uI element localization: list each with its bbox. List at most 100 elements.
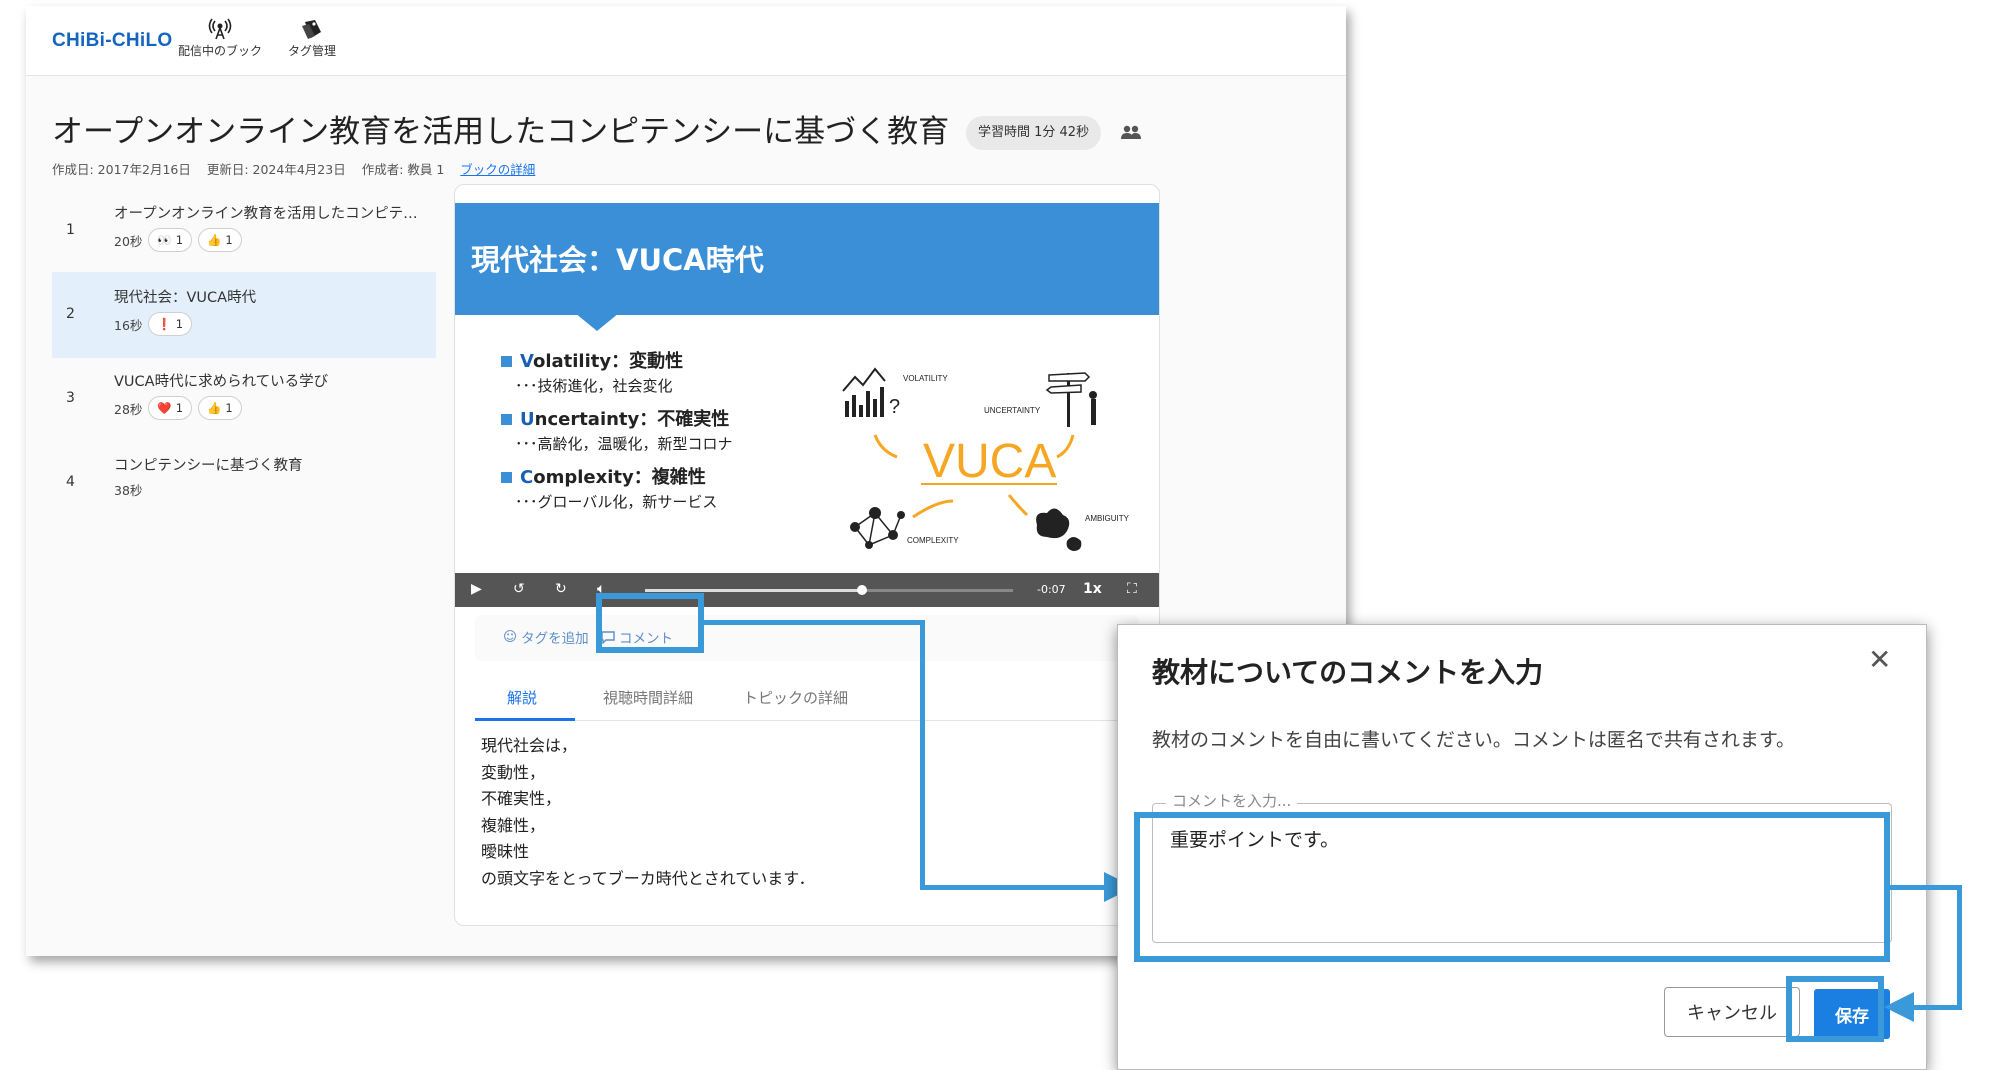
progress-bar[interactable] — [645, 585, 1013, 595]
volume-icon[interactable]: 🔈︎ — [597, 581, 605, 597]
connector-line — [920, 885, 1120, 890]
bullet-cap: V — [520, 351, 533, 372]
forward-icon[interactable]: ↻ — [555, 581, 567, 597]
add-tag-label: タグを追加 — [521, 631, 589, 647]
time-remaining: -0:07 — [1037, 583, 1066, 596]
explanation-text: 現代社会は， 変動性， 不確実性， 複雑性， 曖昧性 の頭文字をとってブーカ時代… — [481, 736, 815, 888]
dialog-description: 教材のコメントを自由に書いてください。コメントは匿名で共有されます。 — [1152, 729, 1795, 751]
reaction-thumbs-up[interactable]: 👍 1 — [198, 396, 242, 420]
close-icon[interactable]: ✕ — [1868, 643, 1891, 676]
people-icon[interactable] — [1120, 124, 1142, 140]
slide-bullet-volatility: Volatility：変動性 — [501, 347, 683, 373]
connector-line — [1912, 1005, 1962, 1010]
slide-header: 現代社会：VUCA時代 — [455, 203, 1159, 315]
slide-view[interactable]: 現代社会：VUCA時代 Volatility：変動性 ･･･技術進化，社会変化 … — [455, 203, 1159, 573]
author: 作成者: 教員 1 — [361, 162, 445, 177]
rewind-icon[interactable]: ↺ — [513, 581, 525, 597]
progress-fill — [645, 589, 863, 592]
comment-field-label: コメントを入力... — [1166, 790, 1298, 811]
topic-title: VUCA時代に求められている学び — [114, 374, 329, 390]
topic-number: 2 — [66, 306, 75, 322]
tab-explanation[interactable]: 解説 — [507, 687, 537, 708]
playback-speed[interactable]: 1x — [1083, 581, 1102, 597]
add-tag-icon: ☺ — [503, 629, 518, 645]
bullet-text: omplexity：複雑性 — [533, 467, 706, 488]
slide-sub-uncertainty: ･･･高齢化，温暖化，新型コロナ — [515, 435, 733, 453]
top-bar: CHiBi-CHiLO 配信中のブック タグ管理 — [26, 6, 1346, 76]
comment-input[interactable] — [1152, 821, 1892, 941]
bullet-cap: U — [520, 409, 535, 430]
connector-line — [704, 620, 924, 625]
dialog-title: 教材についてのコメントを入力 — [1152, 656, 1544, 689]
connector-line — [1957, 885, 1962, 1010]
comment-label: コメント — [619, 631, 673, 647]
app-logo[interactable]: CHiBi-CHiLO — [52, 30, 172, 52]
comment-icon — [601, 630, 615, 644]
thumbs-up-icon: 👍 — [207, 233, 222, 247]
topic-number: 4 — [66, 474, 75, 490]
tab-topic-details[interactable]: トピックの詳細 — [743, 687, 848, 708]
comment-button[interactable]: コメント — [601, 627, 673, 647]
topic-item-4[interactable]: 4 コンピテンシーに基づく教育 38秒 — [52, 440, 436, 526]
detail-tabs: 解説 視聴時間詳細 トピックの詳細 — [475, 671, 1139, 721]
heart-icon: ❤️ — [157, 401, 172, 415]
reaction-thumbs-up[interactable]: 👍 1 — [198, 228, 242, 252]
reaction-count: 1 — [175, 317, 184, 331]
connector-line — [920, 620, 925, 890]
slide-notch — [575, 313, 619, 331]
label-uncertainty: UNCERTAINTY — [984, 406, 1041, 415]
updated-date: 更新日: 2024年4月23日 — [206, 162, 346, 177]
reaction-count: 1 — [175, 233, 184, 247]
nav-tag-management-label: タグ管理 — [288, 44, 337, 58]
player-card: 現代社会：VUCA時代 Volatility：変動性 ･･･技術進化，社会変化 … — [454, 184, 1160, 926]
slide-bullet-complexity: Complexity：複雑性 — [501, 463, 706, 489]
topic-duration: 28秒 — [114, 401, 143, 417]
topic-title: 現代社会：VUCA時代 — [114, 290, 257, 306]
exclamation-icon: ❗ — [157, 317, 172, 331]
question-mark: ? — [889, 396, 900, 418]
label-ambiguity: AMBIGUITY — [1085, 514, 1130, 523]
topic-item-3[interactable]: 3 VUCA時代に求められている学び 28秒 ❤️ 1 👍 1 — [52, 356, 436, 442]
topic-title: コンピテンシーに基づく教育 — [114, 458, 303, 474]
bullet-cap: C — [520, 467, 534, 488]
created-date: 作成日: 2017年2月16日 — [52, 162, 191, 177]
play-icon[interactable]: ▶ — [471, 581, 482, 597]
reaction-count: 1 — [175, 401, 184, 415]
fullscreen-icon[interactable]: ⛶ — [1127, 581, 1137, 597]
slide-heading: 現代社会：VUCA時代 — [471, 243, 764, 277]
book-details-link[interactable]: ブックの詳細 — [460, 162, 535, 177]
topic-title: オープンオンライン教育を活用したコンピテ… — [114, 206, 418, 222]
book-meta: 作成日: 2017年2月16日 更新日: 2024年4月23日 作成者: 教員 … — [52, 159, 547, 178]
topic-number: 3 — [66, 390, 75, 406]
topic-item-1[interactable]: 1 オープンオンライン教育を活用したコンピテ… 20秒 👀 1 👍 1 — [52, 188, 436, 274]
reaction-count: 1 — [225, 233, 233, 247]
active-tab-indicator — [475, 718, 575, 721]
nav-published-books-label: 配信中のブック — [178, 44, 263, 58]
reaction-heart[interactable]: ❤️ 1 — [148, 396, 193, 420]
nav-published-books[interactable]: 配信中のブック — [178, 18, 262, 59]
slide-sub-volatility: ･･･技術進化，社会変化 — [515, 377, 673, 395]
comment-dialog: 教材についてのコメントを入力 ✕ 教材のコメントを自由に書いてください。コメント… — [1117, 624, 1927, 1070]
nav-tag-management[interactable]: タグ管理 — [288, 18, 336, 59]
progress-knob[interactable] — [857, 585, 868, 595]
bullet-text: olatility：変動性 — [532, 351, 684, 372]
book-title: オープンオンライン教育を活用したコンピテンシーに基づく教育 — [52, 114, 950, 150]
topic-number: 1 — [66, 222, 75, 238]
cancel-button[interactable]: キャンセル — [1664, 987, 1800, 1037]
tab-viewing-time[interactable]: 視聴時間詳細 — [603, 687, 693, 708]
label-complexity: COMPLEXITY — [907, 536, 959, 545]
reaction-exclamation[interactable]: ❗ 1 — [148, 312, 193, 336]
topic-duration: 20秒 — [114, 233, 143, 249]
broadcast-icon — [208, 18, 232, 40]
add-tag-button[interactable]: ☺ タグを追加 — [503, 627, 589, 647]
reaction-count: 1 — [225, 401, 233, 415]
topic-item-2[interactable]: 2 現代社会：VUCA時代 16秒 ❗ 1 — [52, 272, 436, 358]
tag-icon — [302, 20, 321, 39]
thumbs-up-icon: 👍 — [207, 401, 222, 415]
arrow-head-icon — [1884, 992, 1914, 1022]
slide-bullet-uncertainty: Uncertainty：不確実性 — [501, 405, 729, 431]
reaction-eyes[interactable]: 👀 1 — [148, 228, 193, 252]
study-time-chip: 学習時間 1分 42秒 — [966, 116, 1102, 150]
vuca-illustration: ? VOLATILITY UNCERTAINTY VUCA COMPLEXITY… — [842, 367, 1130, 551]
save-button[interactable]: 保存 — [1814, 989, 1890, 1039]
